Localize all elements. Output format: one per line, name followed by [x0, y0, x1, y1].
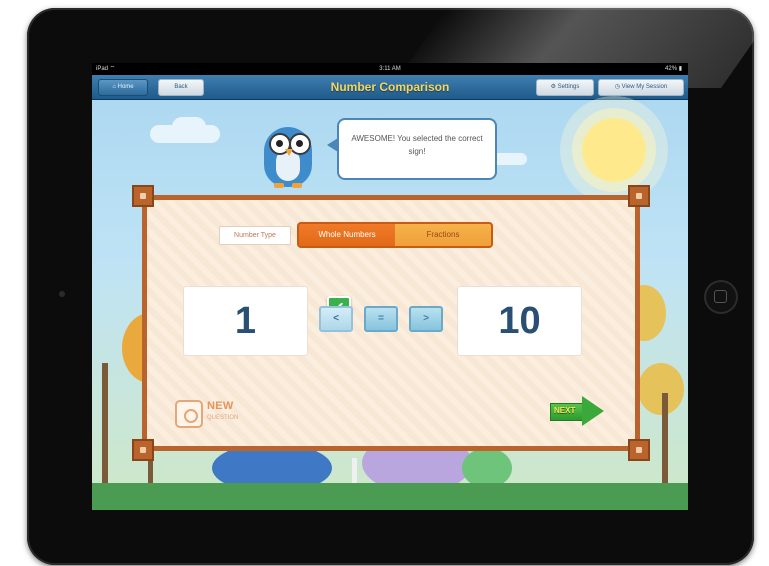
status-bar: iPad ⌔ 3:11 AM 42% ▮ [92, 63, 688, 75]
right-number: 10 [457, 286, 582, 356]
clock-icon: ◷ [614, 84, 622, 90]
refresh-icon [175, 400, 203, 428]
navigation-bar: ⌂ Home Back Number Comparison ⚙ Settings… [92, 75, 688, 100]
greater-than-button[interactable]: > [409, 306, 443, 332]
number-type-label: Number Type [219, 226, 291, 245]
equal-button[interactable]: = [364, 306, 398, 332]
board-corner [132, 185, 154, 207]
speech-bubble: AWESOME! You selected the correct sign! [337, 118, 497, 180]
new-question-button[interactable]: NEW QUESTION [175, 398, 257, 432]
new-question-label: NEW [207, 400, 234, 412]
next-button[interactable]: NEXT [550, 396, 604, 426]
ground [92, 483, 688, 510]
question-board: Number Type Whole Numbers Fractions 1 10… [142, 195, 640, 451]
front-camera [59, 291, 65, 297]
app-screen: iPad ⌔ 3:11 AM 42% ▮ ⌂ Home Back Number … [92, 63, 688, 510]
view-session-label: View My Session [621, 84, 668, 90]
cloud [172, 117, 206, 137]
number-type-toggle: Whole Numbers Fractions [297, 222, 493, 248]
board-corner [628, 185, 650, 207]
owl-mascot [260, 115, 316, 188]
less-than-button[interactable]: < [319, 306, 353, 332]
board-corner [132, 439, 154, 461]
whole-numbers-option[interactable]: Whole Numbers [299, 224, 395, 246]
board-corner [628, 439, 650, 461]
battery-indicator: 42% ▮ [665, 66, 682, 72]
round-tree [638, 363, 684, 415]
view-session-button[interactable]: ◷ View My Session [598, 79, 684, 96]
next-label: NEXT [554, 406, 576, 415]
home-hardware-button[interactable] [704, 280, 738, 314]
left-number: 1 [183, 286, 308, 356]
gear-icon: ⚙ [550, 84, 558, 90]
arrow-right-icon [582, 396, 604, 426]
fractions-option[interactable]: Fractions [395, 224, 491, 246]
settings-button-label: Settings [557, 84, 580, 90]
settings-button[interactable]: ⚙ Settings [536, 79, 594, 96]
green-tree [462, 448, 512, 488]
sun [582, 118, 646, 182]
feedback-message: AWESOME! You selected the correct sign! [351, 134, 483, 156]
new-question-sublabel: QUESTION [207, 415, 239, 421]
status-time: 3:11 AM [379, 66, 401, 72]
